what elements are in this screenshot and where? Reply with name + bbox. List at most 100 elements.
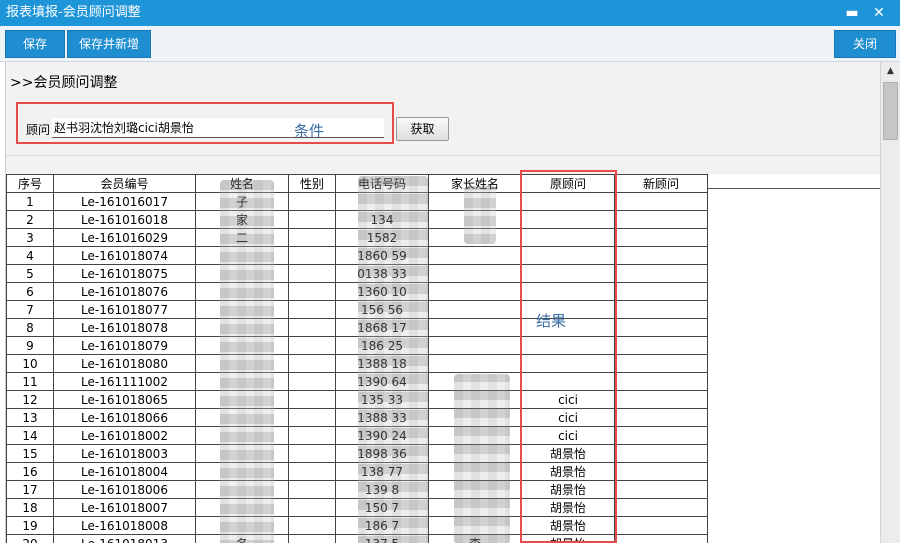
seq-cell: 20	[6, 534, 54, 543]
close-icon[interactable]: ✕	[869, 3, 889, 23]
table-row[interactable]: 12Le-161018065135 33cici	[6, 390, 708, 409]
gender-cell	[288, 282, 336, 301]
seq-cell: 18	[6, 498, 54, 517]
new-advisor-cell[interactable]	[614, 462, 708, 481]
table-row[interactable]: 17Le-161018006139 8胡景怡	[6, 480, 708, 499]
new-advisor-cell[interactable]	[614, 408, 708, 427]
old-advisor-cell: 胡景怡	[521, 516, 615, 535]
table-row[interactable]: 2Le-161016018家134	[6, 210, 708, 229]
table-row[interactable]: 14Le-1610180021390 24cici	[6, 426, 708, 445]
col-header-member-id[interactable]: 会员编号	[53, 174, 196, 193]
parent-name-cell	[428, 282, 522, 301]
table-row[interactable]: 15Le-1610180031898 36胡景怡	[6, 444, 708, 463]
section-divider	[6, 155, 880, 156]
new-advisor-cell[interactable]	[614, 210, 708, 229]
new-advisor-cell[interactable]	[614, 192, 708, 211]
seq-cell: 4	[6, 246, 54, 265]
seq-cell: 16	[6, 462, 54, 481]
page-title: >>会员顾问调整	[10, 75, 118, 91]
table-row[interactable]: 9Le-161018079186 25	[6, 336, 708, 355]
parent-name-cell	[428, 318, 522, 337]
table-row[interactable]: 5Le-1610180750138 33	[6, 264, 708, 283]
table-row[interactable]: 7Le-161018077156 56	[6, 300, 708, 319]
table-row[interactable]: 18Le-161018007150 7胡景怡	[6, 498, 708, 517]
save-and-new-button[interactable]: 保存并新增	[67, 30, 151, 58]
close-button[interactable]: 关闭	[834, 30, 896, 58]
gender-cell	[288, 498, 336, 517]
old-advisor-cell	[521, 354, 615, 373]
seq-cell: 11	[6, 372, 54, 391]
col-header-seq[interactable]: 序号	[6, 174, 54, 193]
member-id-cell: Le-161016029	[53, 228, 196, 247]
gender-cell	[288, 264, 336, 283]
col-header-old-advisor[interactable]: 原顾问	[521, 174, 615, 193]
table-row[interactable]: 3Le-161016029二1582	[6, 228, 708, 247]
new-advisor-cell[interactable]	[614, 480, 708, 499]
new-advisor-cell[interactable]	[614, 318, 708, 337]
seq-cell: 1	[6, 192, 54, 211]
save-button[interactable]: 保存	[5, 30, 65, 58]
member-id-cell: Le-161016018	[53, 210, 196, 229]
table-row[interactable]: 1Le-161016017子	[6, 192, 708, 211]
vertical-scrollbar[interactable]: ▲	[880, 62, 900, 543]
table-row[interactable]: 4Le-1610180741860 59	[6, 246, 708, 265]
advisor-input[interactable]: 赵书羽沈怡刘璐cici胡景怡	[52, 118, 384, 138]
gender-cell	[288, 408, 336, 427]
table-row[interactable]: 6Le-1610180761360 10	[6, 282, 708, 301]
parent-name-cell	[428, 354, 522, 373]
minimize-icon[interactable]: ▬	[842, 3, 862, 23]
new-advisor-cell[interactable]	[614, 282, 708, 301]
seq-cell: 9	[6, 336, 54, 355]
privacy-blur-name	[220, 180, 274, 543]
gender-cell	[288, 462, 336, 481]
gender-cell	[288, 336, 336, 355]
seq-cell: 3	[6, 228, 54, 247]
member-id-cell: Le-161111002	[53, 372, 196, 391]
gender-cell	[288, 426, 336, 445]
member-table: 序号 会员编号 姓名 性别 电话号码 家长姓名 原顾问 新顾问 1Le-1610…	[6, 174, 708, 543]
table-row[interactable]: 8Le-1610180781868 17	[6, 318, 708, 337]
table-row[interactable]: 10Le-1610180801388 18	[6, 354, 708, 373]
gender-cell	[288, 318, 336, 337]
new-advisor-cell[interactable]	[614, 354, 708, 373]
table-row[interactable]: 19Le-161018008186 7胡景怡	[6, 516, 708, 535]
old-advisor-cell	[521, 336, 615, 355]
old-advisor-cell	[521, 264, 615, 283]
result-note: 结果	[536, 312, 567, 330]
old-advisor-cell	[521, 282, 615, 301]
seq-cell: 15	[6, 444, 54, 463]
new-advisor-cell[interactable]	[614, 300, 708, 319]
table-row[interactable]: 16Le-161018004138 77胡景怡	[6, 462, 708, 481]
new-advisor-cell[interactable]	[614, 444, 708, 463]
new-advisor-cell[interactable]	[614, 390, 708, 409]
privacy-blur-parent-1	[464, 186, 496, 244]
table-row[interactable]: 13Le-1610180661388 33cici	[6, 408, 708, 427]
seq-cell: 2	[6, 210, 54, 229]
new-advisor-cell[interactable]	[614, 426, 708, 445]
gender-cell	[288, 372, 336, 391]
old-advisor-cell	[521, 210, 615, 229]
parent-name-cell	[428, 264, 522, 283]
new-advisor-cell[interactable]	[614, 534, 708, 543]
member-id-cell: Le-161018003	[53, 444, 196, 463]
new-advisor-cell[interactable]	[614, 228, 708, 247]
col-header-new-advisor[interactable]: 新顾问	[614, 174, 708, 193]
seq-cell: 6	[6, 282, 54, 301]
new-advisor-cell[interactable]	[614, 516, 708, 535]
table-row[interactable]: 11Le-1611110021390 64	[6, 372, 708, 391]
col-header-gender[interactable]: 性别	[288, 174, 336, 193]
table-row[interactable]: 20Le-161018013名137 5李胡景怡	[6, 534, 708, 543]
content-area: >>会员顾问调整 顾问 赵书羽沈怡刘璐cici胡景怡 条件 获取 序号 会员编号…	[0, 62, 880, 543]
advisor-label: 顾问	[26, 123, 51, 137]
new-advisor-cell[interactable]	[614, 264, 708, 283]
new-advisor-cell[interactable]	[614, 372, 708, 391]
old-advisor-cell	[521, 246, 615, 265]
scroll-thumb[interactable]	[883, 82, 898, 140]
fetch-button[interactable]: 获取	[396, 117, 449, 141]
new-advisor-cell[interactable]	[614, 498, 708, 517]
new-advisor-cell[interactable]	[614, 246, 708, 265]
new-advisor-cell[interactable]	[614, 336, 708, 355]
parent-name-cell	[428, 246, 522, 265]
gender-cell	[288, 516, 336, 535]
scroll-up-icon[interactable]: ▲	[881, 62, 900, 80]
